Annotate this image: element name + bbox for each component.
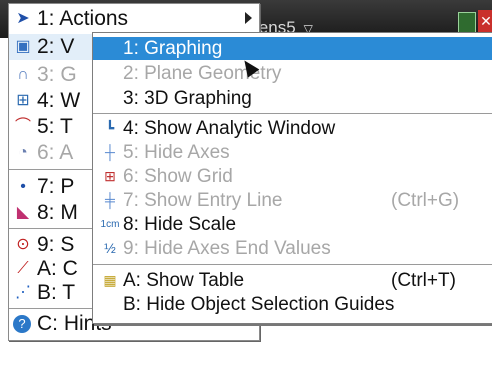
submenu-item-label: 3: 3D Graphing xyxy=(123,88,252,109)
menu-item-label: 4: W xyxy=(37,89,81,112)
shortcut-label: (Ctrl+T) xyxy=(391,270,456,291)
hints-icon: ? xyxy=(13,315,31,333)
analyze-icon: ◔ xyxy=(18,144,28,161)
arrow-pointer-icon: ➤ xyxy=(16,10,30,27)
submenu-item-graphing[interactable]: 1: Graphing xyxy=(93,37,492,60)
submenu-item-show-table[interactable]: ▦ A: Show Table (Ctrl+T) xyxy=(93,269,492,292)
menu-item-label: 7: P xyxy=(37,175,75,198)
submenu-item-label: 1: Graphing xyxy=(123,38,223,59)
submenu-item-label: 5: Hide Axes xyxy=(123,142,230,163)
submenu-item-label: 7: Show Entry Line xyxy=(123,190,283,211)
menu-item-actions[interactable]: ➤ 1: Actions xyxy=(9,6,259,32)
submenu-item-hide-object-selection-guides[interactable]: B: Hide Object Selection Guides xyxy=(93,293,492,316)
grid-icon: ⊞ xyxy=(104,168,116,184)
transformation-icon: ⋰ xyxy=(15,284,31,301)
table-icon: ▦ xyxy=(103,272,117,288)
submenu-item-label: 2: Plane Geometry xyxy=(123,63,282,84)
submenu-item-show-entry-line[interactable]: ╪ 7: Show Entry Line (Ctrl+G) xyxy=(93,189,492,212)
shortcut-label: (Ctrl+G) xyxy=(391,190,460,211)
analytic-window-icon: ┗ xyxy=(105,120,115,136)
menu-item-label: 3: G xyxy=(37,63,77,86)
submenu-item-3d-graphing[interactable]: 3: 3D Graphing xyxy=(93,87,492,110)
menu-item-label: 9: S xyxy=(37,233,75,256)
entry-line-icon: ╪ xyxy=(105,192,115,208)
submenu-item-label: 4: Show Analytic Window xyxy=(123,118,336,139)
graph-type-icon: ∩ xyxy=(17,66,29,83)
submenu-item-hide-scale[interactable]: 1cm 8: Hide Scale xyxy=(93,213,492,236)
submenu-item-label: 6: Show Grid xyxy=(123,166,233,187)
submenu-item-label: B: Hide Object Selection Guides xyxy=(123,294,395,315)
menu-item-label: 1: Actions xyxy=(37,7,129,30)
axes-icon: ┼ xyxy=(105,144,115,160)
submenu-item-show-analytic-window[interactable]: ┗ 4: Show Analytic Window xyxy=(93,117,492,140)
submenu-item-label: 9: Hide Axes End Values xyxy=(123,238,331,259)
axes-end-values-icon: ½ xyxy=(104,240,116,256)
submenu-item-label: A: Show Table xyxy=(123,270,245,291)
view-icon: ▣ xyxy=(15,38,31,55)
shapes-icon: ⊙ xyxy=(16,236,30,253)
points-lines-icon: • xyxy=(20,178,26,195)
menu-item-label: B: T xyxy=(37,281,76,304)
submenu-item-plane-geometry[interactable]: 2: Plane Geometry xyxy=(93,62,492,85)
close-icon[interactable]: ✕ xyxy=(478,10,492,32)
menu-item-label: A: C xyxy=(37,257,78,280)
menu-item-label: 6: A xyxy=(37,141,74,164)
window-zoom-icon: ⊞ xyxy=(16,92,30,109)
submenu-item-show-grid[interactable]: ⊞ 6: Show Grid xyxy=(93,165,492,188)
battery-icon xyxy=(458,12,476,34)
submenu-item-label: 8: Hide Scale xyxy=(123,214,237,235)
view-submenu: 1: Graphing 2: Plane Geometry 3: 3D Grap… xyxy=(92,32,492,324)
menu-item-label: 2: V xyxy=(37,35,75,58)
submenu-item-hide-axes-end-values[interactable]: ½ 9: Hide Axes End Values xyxy=(93,237,492,260)
construction-icon: ⟋ xyxy=(17,260,29,277)
trace-icon: ⌒ xyxy=(14,118,31,135)
submenu-item-hide-axes[interactable]: ┼ 5: Hide Axes xyxy=(93,141,492,164)
submenu-separator xyxy=(93,113,492,114)
measurement-icon: ◣ xyxy=(16,204,30,221)
submenu-arrow-icon xyxy=(245,12,252,24)
scale-icon: 1cm xyxy=(100,219,120,230)
menu-item-label: 8: M xyxy=(37,201,78,224)
menu-item-label: 5: T xyxy=(37,115,73,138)
submenu-separator xyxy=(93,264,492,265)
